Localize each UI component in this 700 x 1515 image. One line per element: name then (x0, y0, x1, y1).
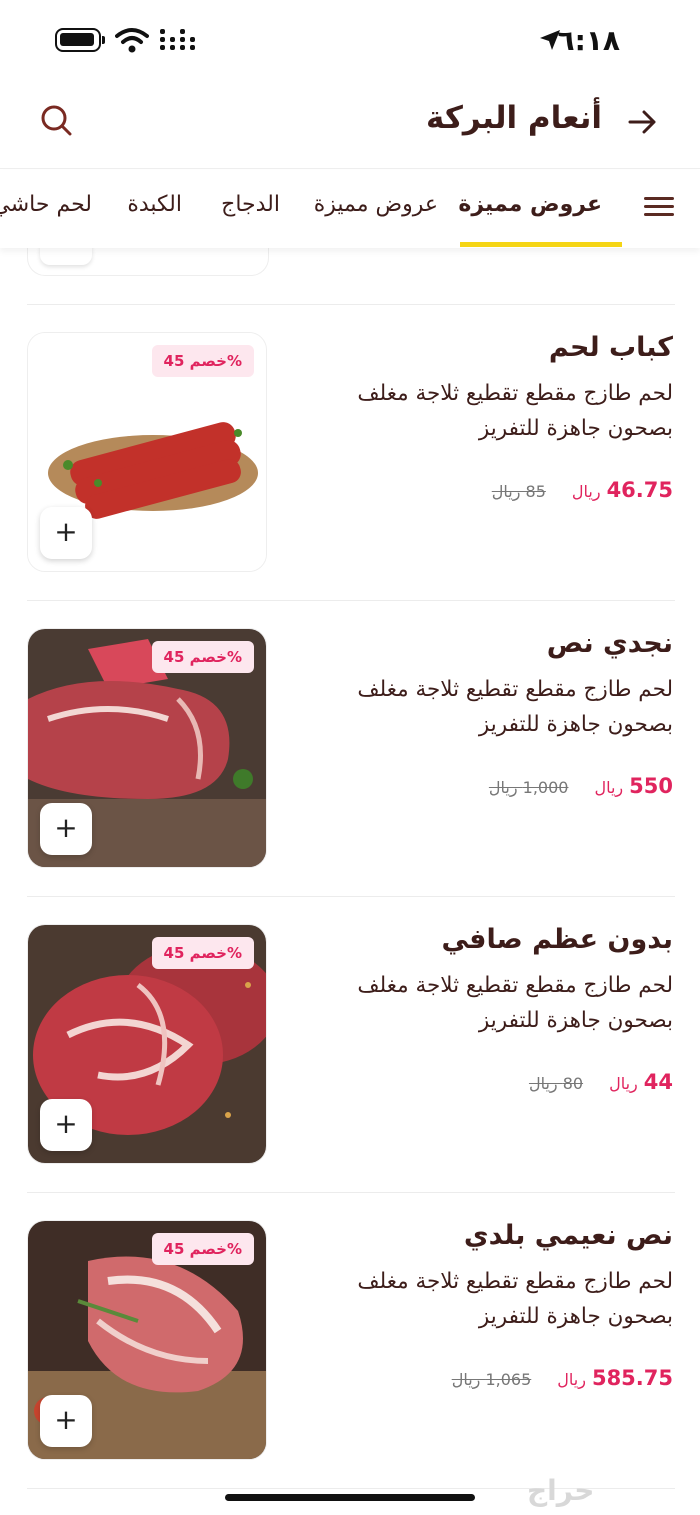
tab-featured-offers[interactable]: عروض مميزة (314, 192, 438, 217)
product-item[interactable]: كباب لحم لحم طازج مقطع تقطيع ثلاجة مغلف … (0, 332, 700, 577)
product-price: 46.75 (606, 478, 673, 502)
discount-badge: خصم 45% (151, 937, 254, 969)
add-to-cart-button[interactable]: + (40, 803, 92, 855)
tab-hashi-meat[interactable]: لحم حاشي (0, 192, 92, 217)
product-description: لحم طازج مقطع تقطيع ثلاجة مغلف بصحون جاه… (357, 381, 673, 441)
product-image[interactable]: خصم 45% + (27, 628, 267, 868)
home-indicator[interactable] (225, 1494, 475, 1501)
tab-featured-offers-active[interactable]: عروض مميزة (458, 192, 602, 217)
tab-chicken[interactable]: الدجاج (221, 192, 280, 217)
add-button-partial[interactable] (40, 245, 92, 265)
menu-icon[interactable] (644, 192, 674, 224)
discount-badge: خصم 45% (151, 1233, 254, 1265)
product-description: لحم طازج مقطع تقطيع ثلاجة مغلف بصحون جاه… (357, 677, 673, 737)
product-image[interactable]: خصم 45% + (27, 332, 267, 572)
price-row: 46.75 ريال 85 ريال (492, 478, 673, 502)
add-to-cart-button[interactable]: + (40, 1099, 92, 1151)
divider (27, 896, 675, 897)
tab-liver[interactable]: الكبدة (127, 192, 182, 217)
product-price: 44 (643, 1070, 673, 1094)
battery-icon (55, 28, 105, 52)
price-row: 585.75 ريال 1,065 ريال (452, 1366, 673, 1390)
product-item[interactable]: نص نعيمي بلدي لحم طازج مقطع تقطيع ثلاجة … (0, 1220, 700, 1465)
old-price: 1,000 ريال (488, 778, 569, 797)
old-price: 85 ريال (491, 482, 546, 501)
currency-label: ريال (609, 1074, 638, 1093)
location-arrow-icon (540, 30, 560, 50)
category-tabs: عروض مميزة عروض مميزة الدجاج الكبدة لحم … (0, 170, 700, 248)
store-title: أنعام البركة (426, 100, 602, 136)
currency-label: ريال (594, 778, 624, 797)
search-icon[interactable] (38, 102, 74, 138)
product-description: لحم طازج مقطع تقطيع ثلاجة مغلف بصحون جاه… (357, 1269, 673, 1329)
product-item[interactable]: نجدي نص لحم طازج مقطع تقطيع ثلاجة مغلف ب… (0, 628, 700, 873)
add-to-cart-button[interactable]: + (40, 1395, 92, 1447)
back-arrow-icon[interactable] (624, 104, 660, 140)
discount-badge: خصم 45% (151, 345, 254, 377)
currency-label: ريال (571, 482, 601, 501)
app-header: أنعام البركة (0, 80, 700, 169)
old-price: 80 ريال (528, 1074, 584, 1093)
status-time: ٦:١٨ (557, 24, 620, 57)
product-price: 585.75 (591, 1366, 673, 1390)
old-price: 1,065 ريال (451, 1370, 532, 1389)
product-name: كباب لحم (548, 332, 673, 363)
product-name: بدون عظم صافي (441, 924, 673, 955)
discount-badge: خصم 45% (151, 641, 254, 673)
product-name: نجدي نص (546, 628, 673, 659)
haraj-watermark: حراج (527, 1474, 595, 1507)
product-price: 550 (629, 774, 673, 798)
divider (27, 600, 675, 601)
wifi-icon (115, 28, 149, 53)
price-row: 550 ريال 1,000 ريال (489, 774, 673, 798)
product-item[interactable]: بدون عظم صافي لحم طازج مقطع تقطيع ثلاجة … (0, 924, 700, 1169)
product-name: نص نعيمي بلدي (463, 1220, 673, 1251)
product-image[interactable]: خصم 45% + (27, 1220, 267, 1460)
price-row: 44 ريال 80 ريال (529, 1070, 673, 1094)
product-image-partial (27, 245, 269, 276)
divider (27, 304, 675, 305)
status-bar: ٦:١٨ (0, 0, 700, 80)
product-description: لحم طازج مقطع تقطيع ثلاجة مغلف بصحون جاه… (357, 973, 673, 1033)
divider (27, 1192, 675, 1193)
product-image[interactable]: خصم 45% + (27, 924, 267, 1164)
add-to-cart-button[interactable]: + (40, 507, 92, 559)
signal-icon (160, 29, 195, 50)
currency-label: ريال (557, 1370, 586, 1389)
active-tab-indicator (460, 242, 622, 247)
